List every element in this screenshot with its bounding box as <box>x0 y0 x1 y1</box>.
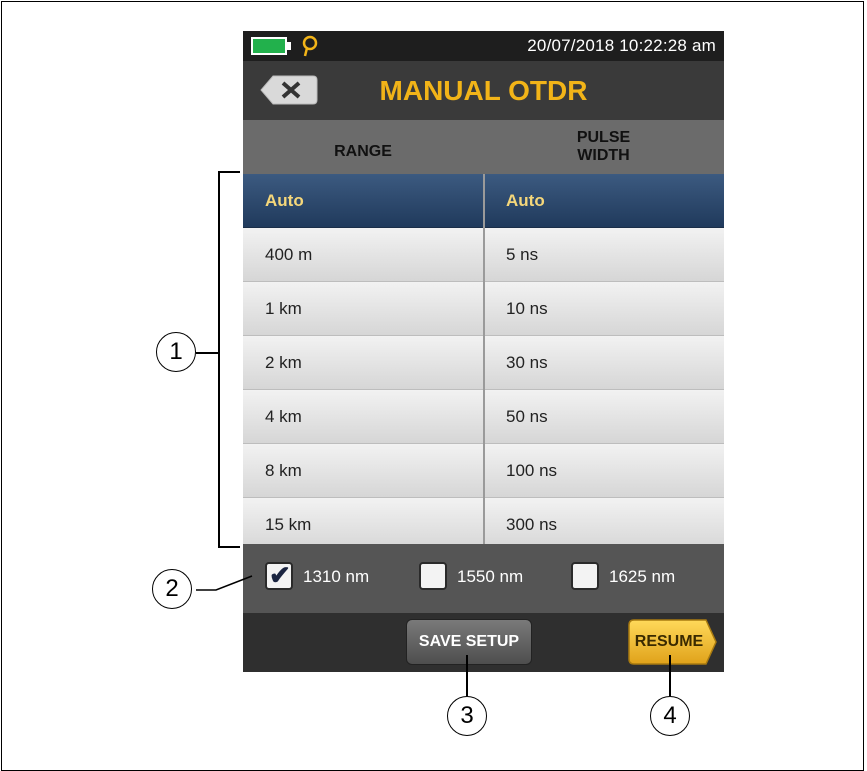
location-pin-icon <box>302 35 318 57</box>
status-datetime: 20/07/2018 10:22:28 am <box>527 36 716 55</box>
range-cell[interactable]: 15 km <box>265 498 311 544</box>
column-divider <box>483 174 485 544</box>
column-headers: RANGE PULSE WIDTH <box>243 120 724 174</box>
range-cell[interactable]: Auto <box>265 174 304 228</box>
title-bar: MANUAL OTDR <box>243 61 724 120</box>
column-header-pulse-width: PULSE WIDTH <box>483 129 724 165</box>
range-cell[interactable]: 8 km <box>265 444 302 498</box>
wavelength-label: 1625 nm <box>609 567 676 586</box>
callout-3-leader <box>466 655 468 696</box>
settings-table: Auto Auto 400 m 5 ns 1 km 10 ns 2 km 30 … <box>243 174 724 544</box>
battery-icon <box>251 37 287 55</box>
battery-tip <box>287 42 291 50</box>
pulse-cell[interactable]: 300 ns <box>506 498 557 544</box>
pulse-cell[interactable]: 30 ns <box>506 336 548 390</box>
callout-1: 1 <box>156 332 196 372</box>
callout-2: 2 <box>152 569 192 609</box>
checkbox[interactable] <box>571 562 599 590</box>
column-header-range: RANGE <box>334 143 392 160</box>
range-cell[interactable]: 2 km <box>265 336 302 390</box>
callout-1-leader <box>196 352 220 354</box>
pulse-cell[interactable]: 10 ns <box>506 282 548 336</box>
range-cell[interactable]: 4 km <box>265 390 302 444</box>
page-title: MANUAL OTDR <box>379 75 588 106</box>
callout-4-leader <box>669 655 671 696</box>
checkbox[interactable] <box>419 562 447 590</box>
wavelength-bar: ✔ 1310 nm 1550 nm 1625 nm <box>243 544 724 613</box>
status-bar: 20/07/2018 10:22:28 am <box>243 31 724 61</box>
callout-3: 3 <box>447 696 487 736</box>
callout-4: 4 <box>650 696 690 736</box>
pulse-cell[interactable]: 50 ns <box>506 390 548 444</box>
bottom-bar: SAVE SETUP RESUME <box>243 613 724 672</box>
range-cell[interactable]: 400 m <box>265 228 312 282</box>
pulse-cell[interactable]: 5 ns <box>506 228 538 282</box>
wavelength-label: 1550 nm <box>457 567 524 586</box>
checkmark-icon: ✔ <box>269 560 291 590</box>
wavelength-label: 1310 nm <box>303 567 370 586</box>
pulse-cell[interactable]: 100 ns <box>506 444 557 498</box>
pulse-header-line1: PULSE <box>576 129 631 146</box>
pulse-header-line2: WIDTH <box>577 147 630 164</box>
callout-1-bracket <box>218 171 240 548</box>
callout-2-leader <box>196 575 253 591</box>
device-screen: 20/07/2018 10:22:28 am MANUAL OTDR RANGE… <box>243 31 724 672</box>
resume-button-label: RESUME <box>634 633 704 650</box>
save-setup-button[interactable]: SAVE SETUP <box>406 619 532 665</box>
resume-button[interactable]: RESUME <box>628 619 718 665</box>
range-cell[interactable]: 1 km <box>265 282 302 336</box>
pulse-cell[interactable]: Auto <box>506 174 545 228</box>
